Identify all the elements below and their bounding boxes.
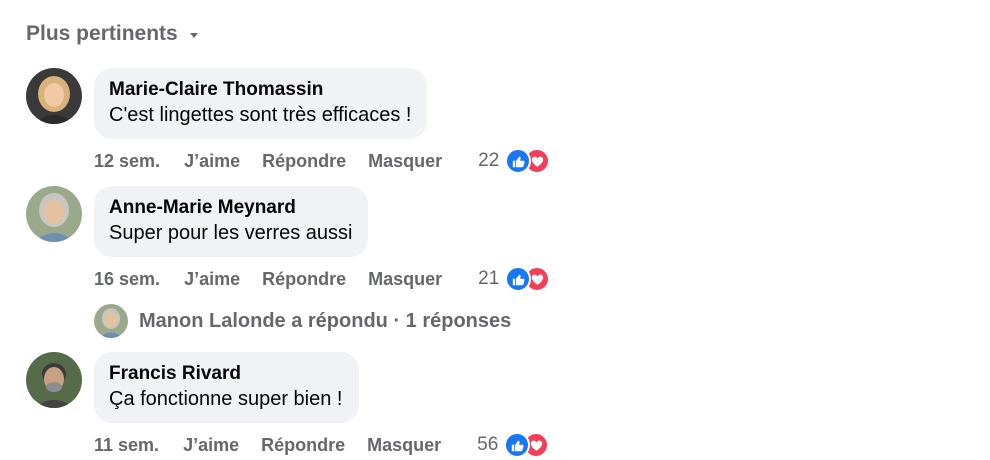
hide-button[interactable]: Masquer — [368, 151, 442, 172]
reaction-count: 56 — [477, 434, 499, 455]
reaction-summary[interactable]: 56 — [477, 432, 550, 458]
comment-text: Ça fonctionne super bien ! — [109, 388, 343, 410]
reaction-summary[interactable]: 22 — [478, 148, 551, 174]
comment-text: Super pour les verres aussi — [109, 222, 353, 244]
view-replies-link[interactable]: Manon Lalonde a répondu · 1 réponses — [94, 304, 511, 338]
reply-button[interactable]: Répondre — [261, 435, 345, 456]
comment-timestamp[interactable]: 11 sem. — [94, 435, 159, 456]
sort-dropdown[interactable]: Plus pertinents — [26, 22, 198, 46]
reaction-count: 21 — [478, 268, 500, 289]
comment-timestamp[interactable]: 16 sem. — [94, 269, 160, 290]
hide-button[interactable]: Masquer — [367, 435, 441, 456]
comment-author[interactable]: Marie-Claire Thomassin — [109, 78, 411, 102]
comment-bubble: Marie-Claire Thomassin C'est lingettes s… — [94, 68, 428, 139]
caret-down-icon — [189, 32, 198, 38]
sort-label: Plus pertinents — [26, 22, 178, 45]
like-button[interactable]: J’aime — [183, 435, 239, 456]
comment-timestamp[interactable]: 12 sem. — [94, 151, 160, 172]
comment-author[interactable]: Francis Rivard — [109, 362, 343, 386]
reply-button[interactable]: Répondre — [262, 151, 346, 172]
comment-bubble: Francis Rivard Ça fonctionne super bien … — [94, 352, 359, 423]
reaction-summary[interactable]: 21 — [478, 266, 551, 292]
reply-button[interactable]: Répondre — [262, 269, 346, 290]
comment-actions: 11 sem. J’aime Répondre Masquer 56 — [94, 432, 550, 458]
comment-actions: 16 sem. J’aime Répondre Masquer 21 — [94, 266, 551, 292]
avatar[interactable] — [26, 68, 82, 124]
avatar[interactable] — [26, 352, 82, 408]
comment-author[interactable]: Anne-Marie Meynard — [109, 196, 352, 220]
reaction-count: 22 — [478, 150, 500, 171]
comment-actions: 12 sem. J’aime Répondre Masquer 22 — [94, 148, 551, 174]
hide-button[interactable]: Masquer — [368, 269, 442, 290]
comment-bubble: Anne-Marie Meynard Super pour les verres… — [94, 186, 369, 257]
avatar[interactable] — [26, 186, 82, 242]
reply-summary-text: Manon Lalonde a répondu · 1 réponses — [139, 309, 512, 332]
like-button[interactable]: J’aime — [184, 151, 240, 172]
avatar — [94, 304, 128, 338]
comment-text: C'est lingettes sont très efficaces ! — [109, 104, 412, 126]
like-button[interactable]: J’aime — [184, 269, 240, 290]
